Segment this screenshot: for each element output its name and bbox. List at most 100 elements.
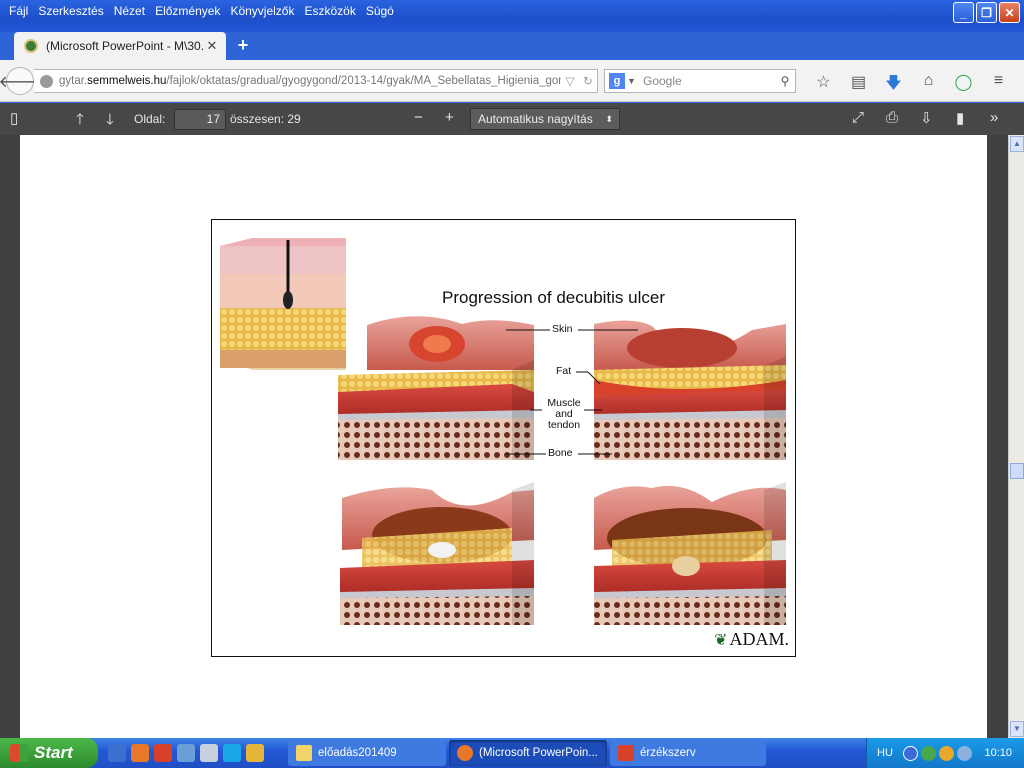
bookmark-star-icon[interactable]: ☆ [806,72,841,99]
scroll-thumb[interactable] [1010,463,1024,479]
label-skin: Skin [552,323,573,335]
taskbar: Start előadás201409 (Microsoft PowerPoin… [0,738,1024,768]
next-page-icon[interactable]: 🡓 [106,109,114,134]
vertical-scrollbar[interactable]: ▲ ▼ [1008,135,1024,738]
page-number-input[interactable]: 17 [174,109,226,130]
extension-icon[interactable]: ◯ [946,72,981,99]
chrome-icon[interactable] [154,744,172,762]
start-button[interactable]: Start [0,738,98,768]
adam-logo: ❦ ADAM. [714,629,789,650]
minimize-button[interactable]: _ [953,2,974,23]
window-controls: _ ❐ ✕ [953,2,1020,23]
expand-tray-icon[interactable] [902,745,918,761]
zoom-in-icon[interactable]: + [445,109,454,126]
antivirus-tray-icon[interactable] [938,745,954,761]
label-bone: Bone [548,447,573,459]
clock[interactable]: 10:10 [984,747,1012,759]
figure-decubitus: Progression of decubitis ulcer Skin Fat … [211,219,796,657]
menu-tools[interactable]: Eszközök [299,3,360,19]
nav-toolbar-icons: ☆ ▤ 🡇 ⌂ ◯ ≡ [806,72,1016,99]
label-fat: Fat [556,365,572,377]
skin-cube-illustration [220,238,346,370]
language-indicator[interactable]: HU [877,747,893,759]
menu-history[interactable]: Előzmények [150,3,225,19]
reload-icon[interactable]: ↻ [579,74,597,88]
taskbar-item-powerpoint[interactable]: érzékszerv [610,740,766,766]
dropdown-arrow-icon[interactable]: ▽ [561,74,579,88]
close-icon: ✕ [1004,5,1015,20]
search-bar[interactable]: g ▼ Google ⚲ [604,69,796,93]
url-prefix: gytar. [59,75,88,87]
restore-button[interactable]: ❐ [976,2,997,23]
tray-icons [902,745,972,761]
monitor-icon[interactable] [177,744,195,762]
taskbar-item-firefox[interactable]: (Microsoft PowerPoin... [449,740,607,766]
windows-flag-icon [10,744,28,762]
pdf-page: Progression of decubitis ulcer Skin Fat … [20,135,987,738]
navigation-bar: 🡐 gytar.semmelweis.hu/fajlok/oktatas/gra… [0,60,1024,102]
search-icon[interactable]: ⚲ [775,74,795,88]
figure-title: Progression of decubitis ulcer [442,288,666,307]
firefox-icon [457,745,473,761]
monitor-tray-icon[interactable] [956,745,972,761]
pdf-viewer[interactable]: Progression of decubitis ulcer Skin Fat … [0,135,1008,738]
printer-icon[interactable] [200,744,218,762]
firefox-icon[interactable] [131,744,149,762]
download-icon[interactable]: 🡇 [876,72,911,99]
stage-1-illustration [338,316,534,460]
window-titlebar: Fájl Szerkesztés Nézet Előzmények Könyvj… [0,0,1024,32]
zoom-out-icon[interactable]: − [414,109,423,126]
page-label: Oldal: [134,112,166,126]
menu-bar: Fájl Szerkesztés Nézet Előzmények Könyvj… [4,3,399,19]
save-icon[interactable]: ⇩ [920,109,933,127]
url-host: semmelweis.hu [87,75,167,87]
leaf-icon: ❦ [714,632,728,649]
search-input[interactable]: Google [637,74,775,88]
stage-2-illustration [594,320,786,460]
taskbar-item-folder[interactable]: előadás201409 [288,740,446,766]
system-tray: HU 10:10 [866,738,1024,768]
scroll-down-button[interactable]: ▼ [1010,721,1024,737]
previous-page-icon[interactable]: 🡑 [76,109,84,134]
restore-icon: ❐ [981,5,992,20]
menu-edit[interactable]: Szerkesztés [33,3,108,19]
stage-4-illustration [594,482,786,625]
ie-icon[interactable] [108,744,126,762]
close-window-button[interactable]: ✕ [999,2,1020,23]
network-tray-icon[interactable] [920,745,936,761]
back-button[interactable]: 🡐 [0,67,41,95]
globe-icon [40,74,53,88]
stage-3-illustration [340,482,534,625]
taskbar-item-label: érzékszerv [640,747,696,759]
powerpoint-icon [618,745,634,761]
menu-view[interactable]: Nézet [109,3,150,19]
taskbar-item-label: (Microsoft PowerPoin... [479,747,598,759]
menu-file[interactable]: Fájl [4,3,33,19]
bookmark-icon[interactable]: ▮ [956,109,964,127]
paint-icon[interactable] [246,744,264,762]
fullscreen-icon[interactable]: ⤢ [852,109,864,126]
tab-title: (Microsoft PowerPoint - M\30... [46,39,204,53]
skype-icon[interactable] [223,744,241,762]
zoom-select[interactable]: Automatikus nagyítás ⬍ [470,108,620,130]
print-icon[interactable]: ⎙ [886,109,898,126]
scroll-up-button[interactable]: ▲ [1010,136,1024,152]
home-icon[interactable]: ⌂ [911,72,946,99]
label-muscle-tendon: Muscle and tendon [545,398,583,431]
more-tools-icon[interactable]: » [990,109,998,126]
menu-bookmarks[interactable]: Könyvjelzők [225,3,299,19]
google-icon[interactable]: g [609,73,625,89]
hamburger-menu-icon[interactable]: ≡ [981,72,1016,99]
select-arrows-icon: ⬍ [605,114,613,124]
menu-help[interactable]: Súgó [361,3,399,19]
quick-launch [108,744,264,762]
tab-strip: (Microsoft PowerPoint - M\30... ✕ + [0,32,1024,60]
tab-close-button[interactable]: ✕ [204,38,220,54]
address-bar[interactable]: gytar.semmelweis.hu/fajlok/oktatas/gradu… [34,69,598,93]
sidebar-toggle-icon[interactable]: ▯ [10,109,18,127]
pdf-toolbar: ▯ 🡑 🡓 Oldal: 17 összesen: 29 − + Automat… [0,103,1024,135]
chevron-down-icon[interactable]: ▼ [627,76,637,86]
tab-active[interactable]: (Microsoft PowerPoint - M\30... ✕ [14,32,226,60]
reading-list-icon[interactable]: ▤ [841,72,876,99]
new-tab-button[interactable]: + [234,36,252,54]
